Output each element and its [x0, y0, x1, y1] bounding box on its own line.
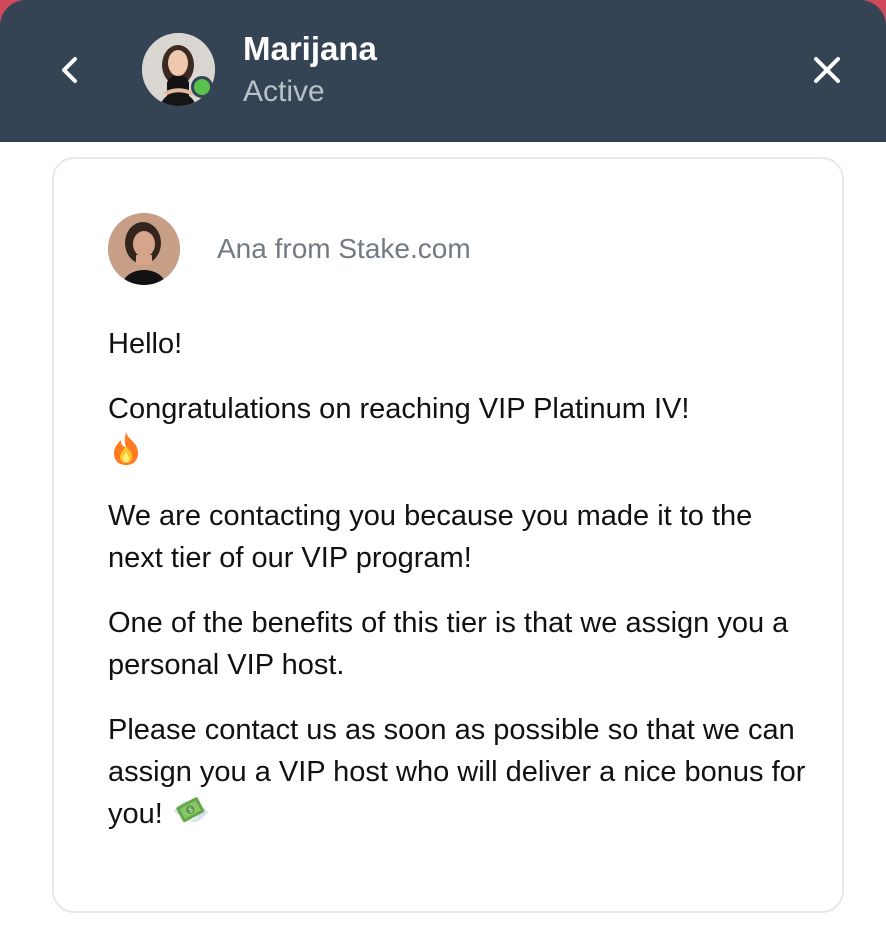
- online-indicator: [191, 76, 213, 98]
- sender-avatar: [108, 213, 180, 285]
- message-text: Please contact us as soon as possible so…: [108, 714, 806, 830]
- close-button[interactable]: [802, 45, 852, 95]
- sender-name: Ana from Stake.com: [217, 233, 471, 264]
- chat-header: Marijana Active: [0, 0, 886, 142]
- contact-avatar-container[interactable]: [142, 33, 215, 106]
- message-paragraph-greeting: Hello!: [108, 323, 808, 365]
- message-paragraph-congratulations: Congratulations on reaching VIP Platinum…: [108, 388, 808, 472]
- chevron-left-icon: [62, 57, 77, 83]
- contact-name: Marijana: [243, 30, 377, 67]
- close-icon: [814, 57, 840, 83]
- back-button[interactable]: [44, 45, 94, 95]
- message-paragraph-contact: Please contact us as soon as possible so…: [108, 709, 808, 835]
- contact-status: Active: [243, 75, 325, 108]
- money-with-wings-emoji-icon: $: [171, 793, 208, 830]
- message-body: Hello! Congratulations on reaching VIP P…: [108, 323, 808, 858]
- fire-emoji-icon: [108, 430, 145, 467]
- message-paragraph-tier: We are contacting you because you made i…: [108, 495, 808, 579]
- sender-avatar-image: [108, 213, 180, 285]
- chat-window: Marijana Active Ana from Stake.com Hello…: [0, 0, 886, 940]
- message-paragraph-benefits: One of the benefits of this tier is that…: [108, 602, 808, 686]
- message-text: Hello!: [108, 328, 183, 360]
- message-text: Congratulations on reaching VIP Platinum…: [108, 393, 690, 425]
- message-card: Ana from Stake.com Hello! Congratulation…: [52, 157, 844, 913]
- message-text: We are contacting you because you made i…: [108, 500, 753, 574]
- message-text: One of the benefits of this tier is that…: [108, 607, 789, 681]
